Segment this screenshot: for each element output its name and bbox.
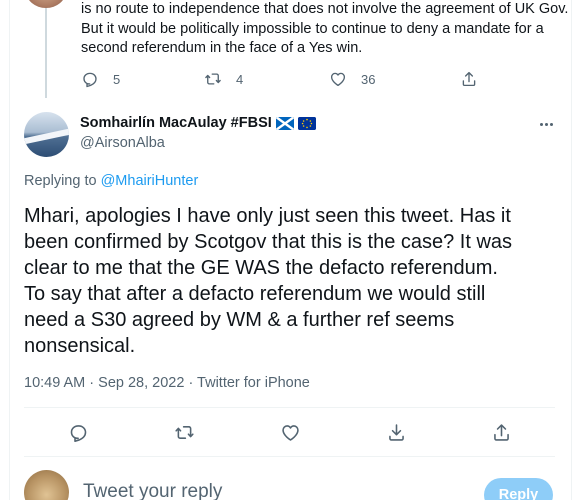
more-options-icon[interactable]	[536, 116, 556, 132]
tweet-text-line: Mhari, apologies I have only just seen t…	[24, 205, 511, 227]
parent-retweet-count: 4	[236, 71, 244, 87]
tweet-text-line: need a S30 agreed by WM & a further ref …	[24, 309, 455, 331]
parent-reply-button[interactable]: 5	[81, 70, 120, 88]
tweet-text: Mhari, apologies I have only just seen t…	[24, 203, 564, 359]
replying-to: Replying to @MhairiHunter	[24, 173, 198, 189]
tweet-text-line: been confirmed by Scotgov that this is t…	[24, 231, 513, 253]
parent-tweet-line: second referendum in the face of a Yes w…	[81, 40, 363, 56]
share-icon	[462, 71, 476, 87]
replying-to-handle-link[interactable]: @MhairiHunter	[101, 173, 199, 189]
parent-retweet-button[interactable]: 4	[204, 70, 243, 88]
bookmark-download-icon	[388, 423, 404, 441]
bookmark-button[interactable]	[385, 421, 407, 443]
parent-tweet-text: is no route to independence that does no…	[81, 0, 569, 59]
share-button[interactable]	[490, 421, 512, 443]
divider	[24, 456, 555, 457]
author-name-row[interactable]: Somhairlín MacAulay #FBSI	[80, 115, 316, 131]
thread-connector-line	[45, 8, 47, 98]
reply-icon	[83, 72, 97, 88]
reply-button[interactable]	[67, 421, 89, 443]
divider	[24, 407, 555, 408]
replying-to-label: Replying to	[24, 173, 97, 189]
parent-share-button[interactable]	[460, 70, 478, 88]
author-handle[interactable]: @AirsonAlba	[80, 135, 165, 151]
tweet-text-line: nonsensical.	[24, 335, 136, 357]
share-icon	[493, 423, 509, 441]
parent-tweet-line: But it would be politically impossible t…	[81, 20, 544, 37]
retweet-button[interactable]	[173, 421, 195, 443]
parent-like-button[interactable]: 36	[329, 70, 375, 88]
tweet-actions-bar	[24, 412, 555, 452]
tweet-text-line: To say that after a defacto referendum w…	[24, 283, 486, 305]
tweet-text-line: clear to me that the GE WAS the defacto …	[24, 257, 498, 279]
avatar-saltire-stripe	[24, 125, 69, 147]
heart-icon	[281, 424, 299, 441]
author-display-name[interactable]: Somhairlín MacAulay #FBSI	[80, 115, 272, 131]
tweet-timestamp-source[interactable]: 10:49 AM · Sep 28, 2022 · Twitter for iP…	[24, 375, 310, 391]
retweet-icon	[205, 73, 221, 85]
parent-tweet-line: is no route to independence that does no…	[81, 1, 569, 17]
reply-input[interactable]: Tweet your reply	[83, 481, 222, 500]
like-button[interactable]	[279, 421, 301, 443]
heart-icon	[330, 72, 346, 87]
parent-reply-count: 5	[113, 71, 121, 87]
reply-submit-button[interactable]: Reply	[484, 478, 553, 500]
eu-flag-icon	[297, 116, 316, 130]
reply-icon	[70, 424, 86, 442]
author-avatar[interactable]	[24, 112, 69, 157]
scotland-flag-icon	[275, 116, 294, 130]
parent-like-count: 36	[361, 71, 376, 87]
retweet-icon	[174, 425, 194, 439]
parent-tweet-actions: 5 4 36	[81, 70, 481, 92]
